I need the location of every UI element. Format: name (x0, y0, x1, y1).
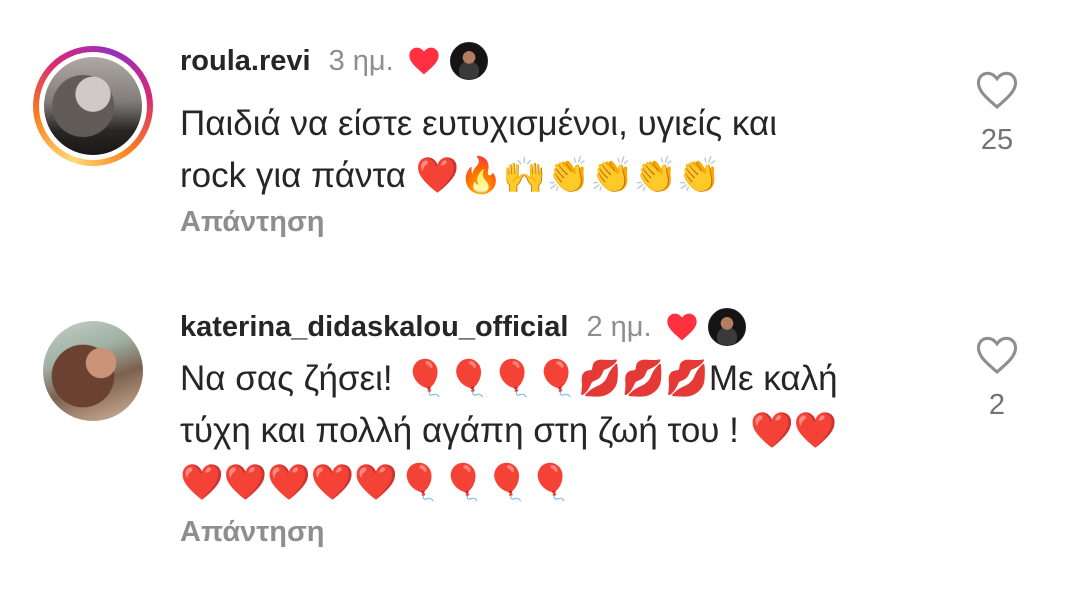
comment-header: roula.revi 3 ημ. (180, 41, 488, 81)
comment-line: Παιδιά να είστε ευτυχισμένοι, υγιείς και (180, 104, 777, 143)
reply-button[interactable]: Απάντηση (180, 516, 325, 549)
username[interactable]: katerina_didaskalou_official (180, 311, 568, 344)
comment-line: ❤️❤️❤️❤️❤️🎈🎈🎈🎈 (180, 457, 940, 509)
red-heart-icon (666, 312, 698, 342)
comment-line-text: Με καλή (708, 359, 838, 398)
emoji-group: ❤️🔥🙌👏👏👏👏 (415, 156, 721, 196)
comment-line: rock για πάντα ❤️🔥🙌👏👏👏👏 (180, 150, 940, 202)
like-count: 25 (980, 124, 1014, 156)
heart-outline-icon[interactable] (975, 335, 1019, 375)
heart-outline-icon[interactable] (975, 70, 1019, 110)
reply-button[interactable]: Απάντηση (180, 206, 325, 239)
comment-text: Να σας ζήσει! 🎈🎈🎈🎈💋💋💋Με καλή τύχη και πο… (180, 353, 940, 509)
comment-item: roula.revi 3 ημ. Παιδιά να είστε ευτυχισ… (0, 0, 1080, 290)
username[interactable]: roula.revi (180, 45, 311, 78)
emoji-group: ❤️❤️ (738, 411, 838, 451)
avatar[interactable] (43, 321, 143, 421)
comment-line: Να σας ζήσει! 🎈🎈🎈🎈💋💋💋Με καλή (180, 353, 940, 405)
creator-avatar (449, 42, 488, 80)
emoji-group: ❤️❤️❤️❤️❤️🎈🎈🎈🎈 (180, 463, 573, 503)
avatar-inner (39, 52, 147, 160)
creator-avatar (707, 308, 746, 346)
comment-line-text: rock για πάντα (180, 156, 407, 195)
comment-line-text: Να σας ζήσει! (180, 359, 393, 398)
like-button[interactable]: 2 (966, 335, 1028, 422)
avatar-story-ring[interactable] (33, 46, 153, 166)
like-count: 2 (988, 389, 1006, 421)
comment-item: katerina_didaskalou_official 2 ημ. Να σα… (0, 290, 1080, 591)
emoji-group: 🎈🎈🎈🎈💋💋💋 (392, 359, 709, 399)
comment-text: Παιδιά να είστε ευτυχισμένοι, υγιείς και… (180, 98, 940, 202)
avatar-image (43, 321, 143, 421)
avatar (44, 57, 142, 155)
timestamp: 2 ημ. (586, 310, 652, 343)
like-button[interactable]: 25 (966, 70, 1028, 157)
comment-header: katerina_didaskalou_official 2 ημ. (180, 307, 746, 347)
comment-line: τύχη και πολλή αγάπη στη ζωή του ! ❤️❤️ (180, 405, 940, 457)
red-heart-icon (408, 46, 440, 76)
timestamp: 3 ημ. (328, 44, 394, 77)
comment-line-text: τύχη και πολλή αγάπη στη ζωή του ! (180, 411, 739, 450)
